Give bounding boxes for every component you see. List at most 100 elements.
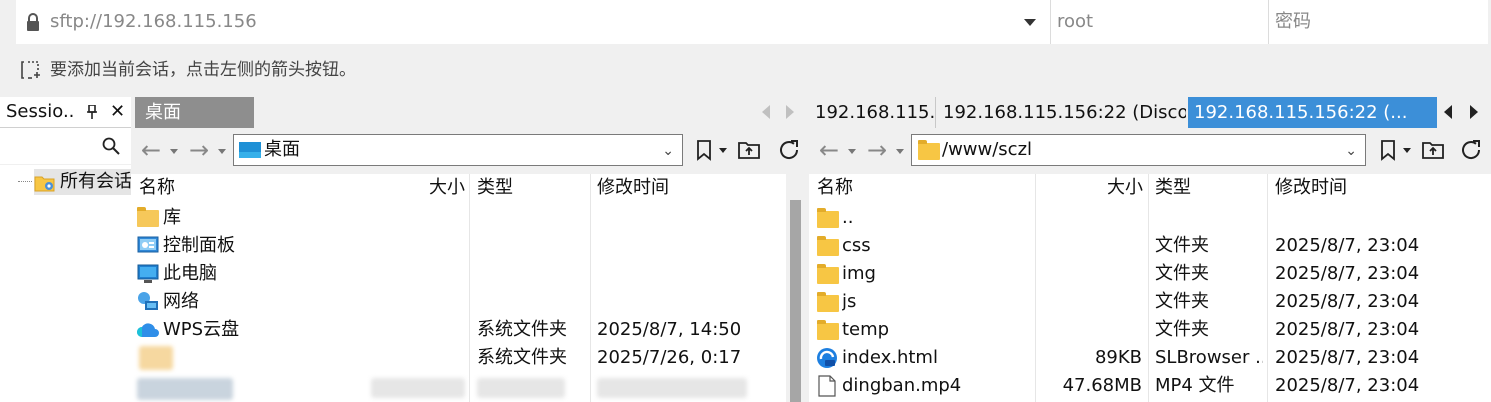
file-modified: 2025/7/26, 0:17 <box>597 347 742 368</box>
folder-icon <box>817 292 839 312</box>
file-size: 47.68MB <box>1062 375 1142 396</box>
parent-folder-icon[interactable] <box>1421 138 1445 162</box>
file-modified: 2025/8/7, 23:04 <box>1275 291 1420 312</box>
list-item[interactable]: 系统文件夹 2025/7/26, 0:17 <box>131 344 786 372</box>
blurred-type <box>477 378 565 398</box>
file-name: temp <box>842 319 890 340</box>
back-arrow-icon[interactable]: ← <box>819 128 839 172</box>
list-item[interactable]: 控制面板 <box>131 232 786 260</box>
host-address-input[interactable]: sftp://192.168.115.156 <box>50 0 1040 44</box>
file-name: dingban.mp4 <box>842 375 962 396</box>
pin-icon[interactable] <box>86 105 98 119</box>
connection-bar: sftp://192.168.115.156 root 密码 <box>16 0 1488 44</box>
blurred-icon <box>137 378 233 400</box>
tab-remote-3-active[interactable]: 192.168.115.156:22 (... <box>1188 97 1437 128</box>
bookmark-dropdown[interactable] <box>719 148 727 153</box>
list-item[interactable]: dingban.mp4 47.68MB MP4 文件 2025/8/7, 23:… <box>809 372 1491 400</box>
file-modified: 2025/8/7, 23:04 <box>1275 235 1420 256</box>
file-type: SLBrowser ... <box>1155 347 1263 368</box>
list-item[interactable]: WPS云盘 系统文件夹 2025/8/7, 14:50 <box>131 316 786 344</box>
tab-local-desktop[interactable]: 桌面 <box>135 97 254 128</box>
forward-arrow-icon[interactable]: → <box>867 128 887 172</box>
column-header-name[interactable]: 名称 <box>139 174 175 202</box>
back-history-dropdown[interactable] <box>848 149 856 154</box>
list-item[interactable]: img 文件夹 2025/8/7, 23:04 <box>809 260 1491 288</box>
file-modified: 2025/8/7, 23:04 <box>1275 347 1420 368</box>
folder-icon <box>817 236 839 256</box>
file-name: 网络 <box>163 291 199 312</box>
back-history-dropdown[interactable] <box>170 149 178 154</box>
sort-ascending-icon: ^ <box>239 174 250 182</box>
browser-file-icon <box>817 348 837 368</box>
list-item[interactable]: 网络 <box>131 288 786 316</box>
chevron-down-icon[interactable]: ⌄ <box>1345 143 1357 159</box>
scrollbar-thumb[interactable] <box>790 200 801 402</box>
column-header-modified[interactable]: 修改时间 <box>1275 174 1347 202</box>
forward-history-dropdown[interactable] <box>896 149 904 154</box>
session-folder-icon <box>34 176 55 192</box>
file-name: .. <box>842 207 854 228</box>
list-item[interactable]: 库 <box>131 204 786 232</box>
local-path-input[interactable]: 桌面 ⌄ <box>233 134 683 166</box>
tab-scroll-left-icon[interactable] <box>762 105 770 119</box>
list-item[interactable]: css 文件夹 2025/8/7, 23:04 <box>809 232 1491 260</box>
bookmark-icon[interactable] <box>693 138 717 162</box>
list-item[interactable]: 此电脑 <box>131 260 786 288</box>
network-icon <box>138 292 158 310</box>
list-item[interactable]: .. <box>809 204 1491 232</box>
lock-icon <box>27 13 39 31</box>
column-header-modified[interactable]: 修改时间 <box>597 174 669 202</box>
blank-file-icon <box>818 375 836 397</box>
list-item[interactable]: temp 文件夹 2025/8/7, 23:04 <box>809 316 1491 344</box>
bookmark-icon[interactable] <box>1377 138 1401 162</box>
tree-connector <box>18 181 32 182</box>
cloud-icon <box>137 323 159 337</box>
file-name: css <box>842 235 871 256</box>
address-history-dropdown[interactable] <box>1024 19 1036 26</box>
username-field[interactable]: root <box>1050 0 1269 44</box>
close-sessions-panel-button[interactable]: ✕ <box>110 97 125 127</box>
remote-path-input[interactable]: /www/sczl ⌄ <box>911 134 1366 166</box>
username-placeholder: root <box>1057 11 1094 32</box>
list-item[interactable]: js 文件夹 2025/8/7, 23:04 <box>809 288 1491 316</box>
file-type: 文件夹 <box>1155 235 1209 256</box>
computer-icon <box>137 264 159 283</box>
hint-text: 要添加当前会话，点击左侧的箭头按钮。 <box>50 60 356 80</box>
tab-remote-2[interactable]: 192.168.115.156:22 (Disco... <box>937 97 1186 128</box>
password-field[interactable]: 密码 <box>1268 0 1489 44</box>
search-icon[interactable] <box>102 137 120 155</box>
local-toolbar: ← → 桌面 ⌄ <box>131 128 807 174</box>
list-item[interactable]: index.html 89KB SLBrowser ... 2025/8/7, … <box>809 344 1491 372</box>
forward-arrow-icon[interactable]: → <box>189 128 209 172</box>
column-header-type[interactable]: 类型 <box>477 174 513 202</box>
refresh-icon[interactable] <box>1459 138 1483 162</box>
chevron-down-icon[interactable]: ⌄ <box>662 143 674 159</box>
folder-icon <box>817 208 839 228</box>
tab-scroll-right-icon[interactable] <box>1470 105 1478 119</box>
tab-scroll-left-icon[interactable] <box>1444 105 1452 119</box>
add-session-arrow-icon[interactable] <box>20 60 42 80</box>
local-path-text: 桌面 <box>264 139 300 160</box>
list-item[interactable] <box>131 372 786 400</box>
file-modified: 2025/8/7, 23:04 <box>1275 375 1420 396</box>
folder-icon <box>817 264 839 284</box>
folder-icon <box>918 140 940 160</box>
file-type: 文件夹 <box>1155 291 1209 312</box>
column-header-size[interactable]: 大小 <box>1069 174 1143 202</box>
tab-scroll-right-icon[interactable] <box>786 105 794 119</box>
password-placeholder: 密码 <box>1275 11 1311 32</box>
column-header-name[interactable]: 名称 <box>817 174 853 202</box>
tab-remote-1[interactable]: 192.168.115... <box>809 97 936 128</box>
file-modified: 2025/8/7, 23:04 <box>1275 319 1420 340</box>
forward-history-dropdown[interactable] <box>218 149 226 154</box>
file-name: index.html <box>842 347 938 368</box>
column-header-size[interactable]: 大小 <box>391 174 465 202</box>
back-arrow-icon[interactable]: ← <box>141 128 161 172</box>
local-scrollbar[interactable] <box>786 174 806 402</box>
bookmark-dropdown[interactable] <box>1403 148 1411 153</box>
refresh-icon[interactable] <box>777 138 801 162</box>
column-header-type[interactable]: 类型 <box>1155 174 1191 202</box>
parent-folder-icon[interactable] <box>737 138 761 162</box>
file-name: img <box>842 263 876 284</box>
tree-item-all-sessions[interactable]: 所有会话 <box>34 169 131 195</box>
